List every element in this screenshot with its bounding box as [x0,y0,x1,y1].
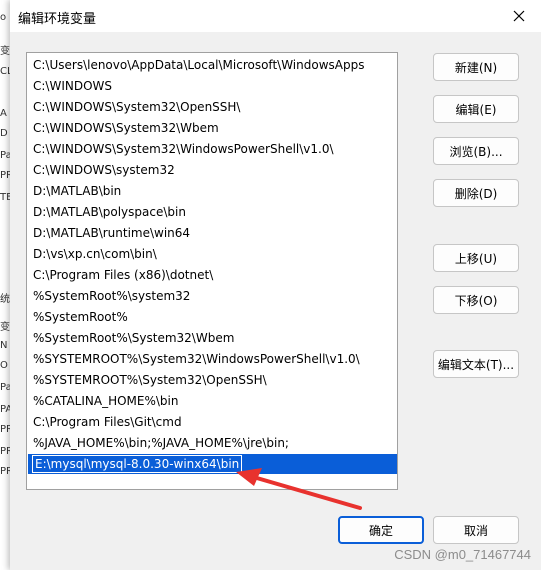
list-item[interactable]: %SYSTEMROOT%\System32\OpenSSH\ [33,370,267,390]
annotation-arrow-icon [236,468,362,510]
list-item[interactable]: D:\MATLAB\bin [33,181,121,201]
close-icon [513,10,525,22]
list-item[interactable]: D:\MATLAB\runtime\win64 [33,223,190,243]
dialog-title: 编辑环境变量 [18,12,97,27]
list-item[interactable]: D:\vs\xp.cn\com\bin\ [33,244,157,264]
list-item[interactable]: %SystemRoot%\System32\Wbem [33,328,234,348]
new-button[interactable]: 新建(N) [433,53,519,81]
list-item[interactable]: C:\Program Files (x86)\dotnet\ [33,265,213,285]
ok-button[interactable]: 确定 [338,516,424,544]
list-item[interactable]: D:\MATLAB\polyspace\bin [33,202,186,222]
list-item[interactable]: %SYSTEMROOT%\System32\WindowsPowerShell\… [33,349,360,369]
list-item[interactable]: C:\Program Files\Git\cmd [33,412,182,432]
inline-edit-field[interactable]: E:\mysql\mysql-8.0.30-winx64\bin [32,455,243,473]
close-button[interactable] [509,6,529,26]
move-up-button[interactable]: 上移(U) [433,244,519,272]
list-item[interactable]: %SystemRoot%\system32 [33,286,190,306]
list-item[interactable]: C:\WINDOWS\system32 [33,160,175,180]
list-item[interactable]: C:\WINDOWS\System32\OpenSSH\ [33,97,240,117]
path-list[interactable]: C:\Users\lenovo\AppData\Local\Microsoft\… [26,52,398,490]
watermark: CSDN @m0_71467744 [394,547,531,562]
list-item[interactable]: C:\Users\lenovo\AppData\Local\Microsoft\… [33,55,364,75]
list-item[interactable]: C:\WINDOWS\System32\WindowsPowerShell\v1… [33,139,334,159]
list-item[interactable]: %JAVA_HOME%\bin;%JAVA_HOME%\jre\bin; [33,433,289,453]
edit-env-var-dialog: 编辑环境变量 C:\Users\lenovo\AppData\Local\Mic… [10,0,541,570]
cancel-button[interactable]: 取消 [433,516,519,544]
move-down-button[interactable]: 下移(O) [433,286,519,314]
title-bar: 编辑环境变量 [10,0,541,32]
delete-button[interactable]: 删除(D) [433,179,519,207]
list-item[interactable]: C:\WINDOWS [33,76,112,96]
list-item[interactable]: C:\WINDOWS\System32\Wbem [33,118,219,138]
browse-button[interactable]: 浏览(B)... [433,137,519,165]
edit-button[interactable]: 编辑(E) [433,95,519,123]
list-item[interactable]: %CATALINA_HOME%\bin [33,391,178,411]
list-item[interactable]: %SystemRoot% [33,307,128,327]
edit-text-button[interactable]: 编辑文本(T)... [433,350,519,378]
